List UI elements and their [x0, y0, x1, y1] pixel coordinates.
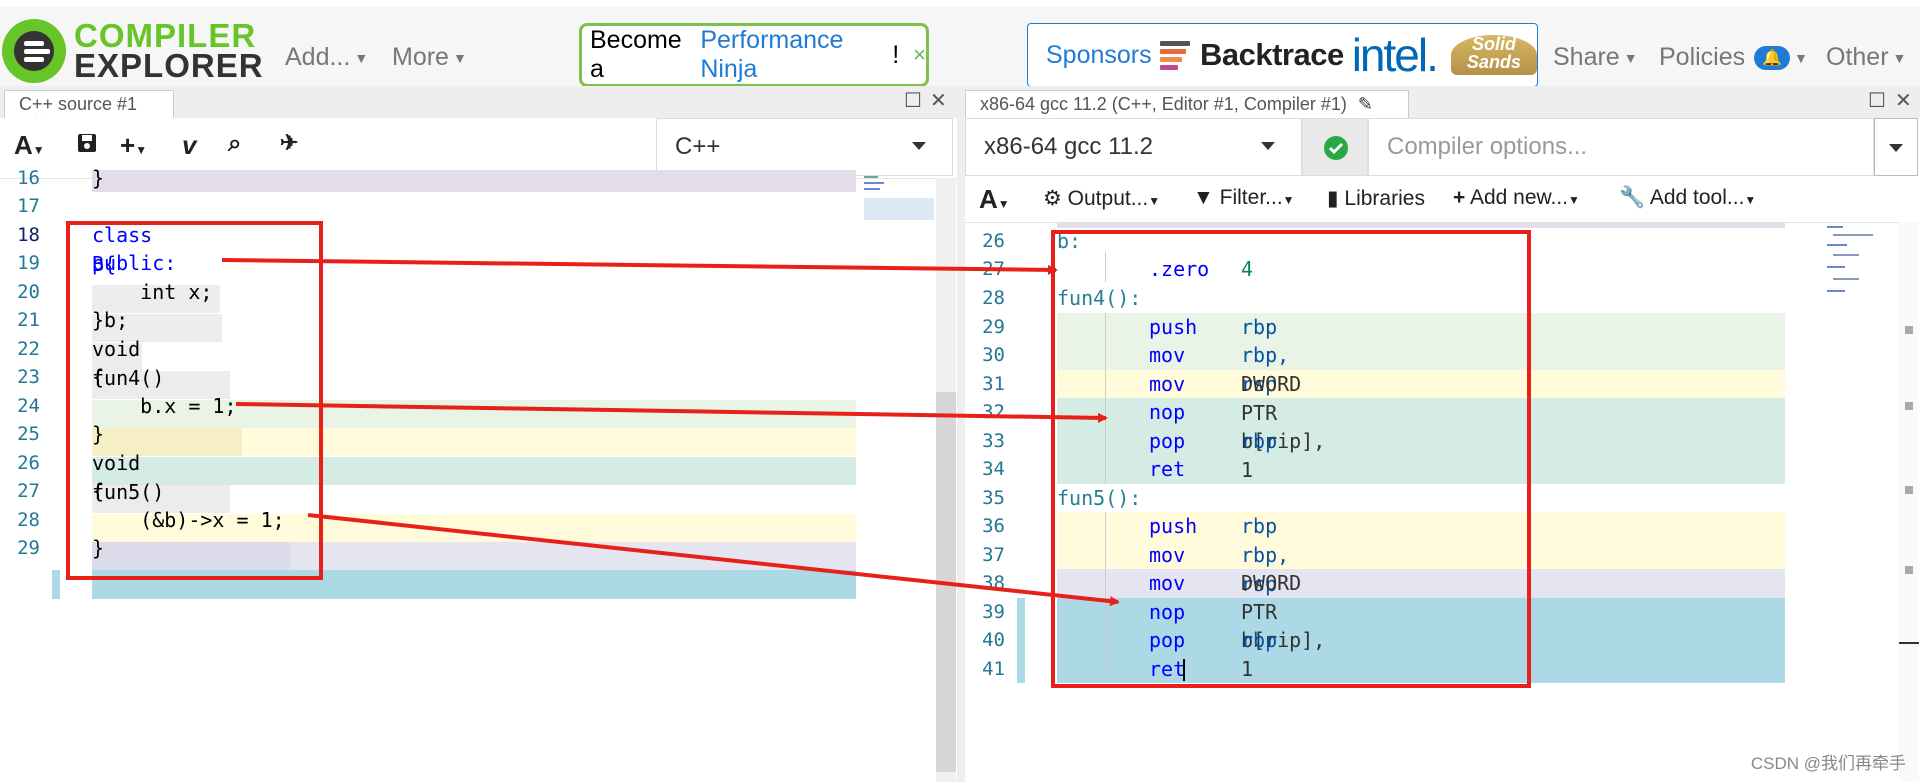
arrow-fun5-to-nop	[307, 513, 1120, 607]
annotation-arrows	[221, 258, 1120, 607]
arrow-public-to-b	[221, 258, 1058, 275]
arrow-fun4-to-nop	[235, 402, 1108, 423]
csdn-watermark: CSDN @我们再牵手	[1750, 754, 1906, 773]
